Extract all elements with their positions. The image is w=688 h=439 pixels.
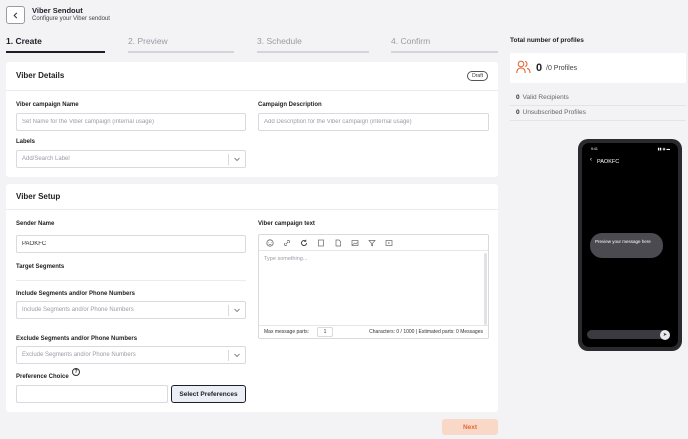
video-icon[interactable] (384, 238, 393, 247)
document-icon[interactable] (333, 238, 342, 247)
valid-recipients-label: Valid Recipients (522, 94, 569, 101)
exclude-segments-select[interactable]: Exclude Segments and/or Phone Numbers (16, 346, 246, 364)
labels-placeholder: Add/Search Label (22, 156, 70, 162)
campaign-description-label: Campaign Description (258, 102, 322, 108)
stepper: 1. Create 2. Preview 3. Schedule 4. Conf… (6, 36, 498, 54)
draft-badge: Draft (467, 71, 488, 81)
page-title: Viber Sendout (32, 6, 83, 15)
chevron-down-icon (234, 157, 240, 162)
sender-name-input[interactable] (16, 235, 246, 253)
valid-recipients-row: 0 Valid Recipients (510, 90, 686, 106)
characters-info: Characters: 0 / 1000 | Estimated parts: … (369, 329, 483, 335)
max-parts-input[interactable]: 1 (317, 327, 333, 337)
select-divider (228, 154, 229, 165)
target-segments-label: Target Segments (16, 264, 65, 270)
include-segments-select[interactable]: Include Segments and/or Phone Numbers (16, 301, 246, 319)
viber-details-card: Viber Details Draft Viber campaign Name … (6, 62, 498, 177)
include-segments-label: Include Segments and/or Phone Numbers (16, 291, 136, 297)
campaign-description-input[interactable] (258, 113, 489, 131)
message-bubble: Preview your message here (590, 233, 663, 258)
help-icon[interactable]: ? (72, 368, 80, 376)
preference-choice-input[interactable] (16, 385, 168, 403)
status-icons: ▮▮ ◉ ▬ (657, 147, 670, 151)
image-icon[interactable] (350, 238, 359, 247)
unsubscribed-row: 0 Unsubscribed Profiles (510, 105, 686, 121)
phone-screen: 9:41 ▮▮ ◉ ▬ ‹ PAOKFC Preview your messag… (582, 143, 678, 347)
phone-preview: 9:41 ▮▮ ◉ ▬ ‹ PAOKFC Preview your messag… (578, 139, 682, 351)
chevron-left-icon (13, 12, 18, 18)
max-parts-label: Max message parts: (264, 329, 310, 335)
send-icon: ➤ (660, 330, 670, 340)
next-button[interactable]: Next (442, 419, 498, 435)
preference-choice-label: Preference Choice (16, 374, 69, 380)
labels-label: Labels (16, 139, 36, 145)
filter-icon[interactable] (367, 238, 376, 247)
include-segments-placeholder: Include Segments and/or Phone Numbers (22, 307, 134, 313)
viber-setup-card: Viber Setup Sender Name Target Segments … (6, 184, 498, 412)
attachment-icon[interactable] (316, 238, 325, 247)
step-confirm-bar (391, 51, 498, 53)
editor-placeholder: Type something... (264, 256, 308, 262)
profiles-card: 0 /0 Profiles (510, 53, 686, 83)
campaign-text-label: Viber campaign text (258, 221, 315, 227)
page-subtitle: Configure your Viber sendout (32, 16, 110, 22)
link-icon[interactable] (282, 238, 291, 247)
campaign-text-editor[interactable]: Type something... Max message parts: 1 C… (258, 234, 489, 339)
users-icon (516, 60, 531, 74)
step-schedule-bar (257, 51, 369, 53)
select-preferences-button[interactable]: Select Preferences (171, 385, 246, 403)
valid-recipients-count: 0 (516, 94, 520, 101)
exclude-segments-placeholder: Exclude Segments and/or Phone Numbers (22, 352, 136, 358)
profiles-count: 0 (536, 62, 543, 74)
profiles-title: Total number of profiles (510, 37, 584, 44)
refresh-icon[interactable] (299, 238, 308, 247)
viber-details-title: Viber Details (16, 71, 65, 80)
editor-footer: Max message parts: 1 Characters: 0 / 100… (259, 325, 488, 338)
labels-select[interactable]: Add/Search Label (16, 150, 246, 168)
editor-scrollbar[interactable] (484, 253, 487, 325)
emoji-icon[interactable] (265, 238, 274, 247)
unsubscribed-label: Unsubscribed Profiles (522, 109, 586, 116)
phone-sender-name: PAOKFC (597, 159, 620, 165)
segments-divider (16, 280, 246, 281)
phone-back-icon: ‹ (590, 157, 592, 163)
status-time: 9:41 (591, 147, 598, 151)
step-preview[interactable]: 2. Preview (128, 36, 168, 46)
select-divider (228, 305, 229, 316)
step-create[interactable]: 1. Create (6, 36, 42, 46)
compose-bar (587, 330, 668, 339)
chevron-down-icon (234, 308, 240, 313)
step-preview-bar (128, 51, 234, 53)
exclude-segments-label: Exclude Segments and/or Phone Numbers (16, 336, 138, 342)
sender-name-label: Sender Name (16, 221, 55, 227)
card-divider (6, 90, 498, 91)
campaign-name-input[interactable] (16, 113, 246, 131)
unsubscribed-count: 0 (516, 109, 520, 116)
select-divider (228, 350, 229, 361)
editor-toolbar (259, 235, 488, 251)
step-schedule[interactable]: 3. Schedule (257, 36, 302, 46)
profiles-total: /0 Profiles (546, 65, 578, 72)
back-button[interactable] (6, 6, 25, 24)
chevron-down-icon (234, 353, 240, 358)
campaign-name-label: Viber campaign Name (16, 102, 79, 108)
viber-setup-title: Viber Setup (16, 192, 61, 201)
card-divider (6, 209, 498, 210)
step-create-bar (6, 51, 105, 53)
step-confirm[interactable]: 4. Confirm (391, 36, 430, 46)
